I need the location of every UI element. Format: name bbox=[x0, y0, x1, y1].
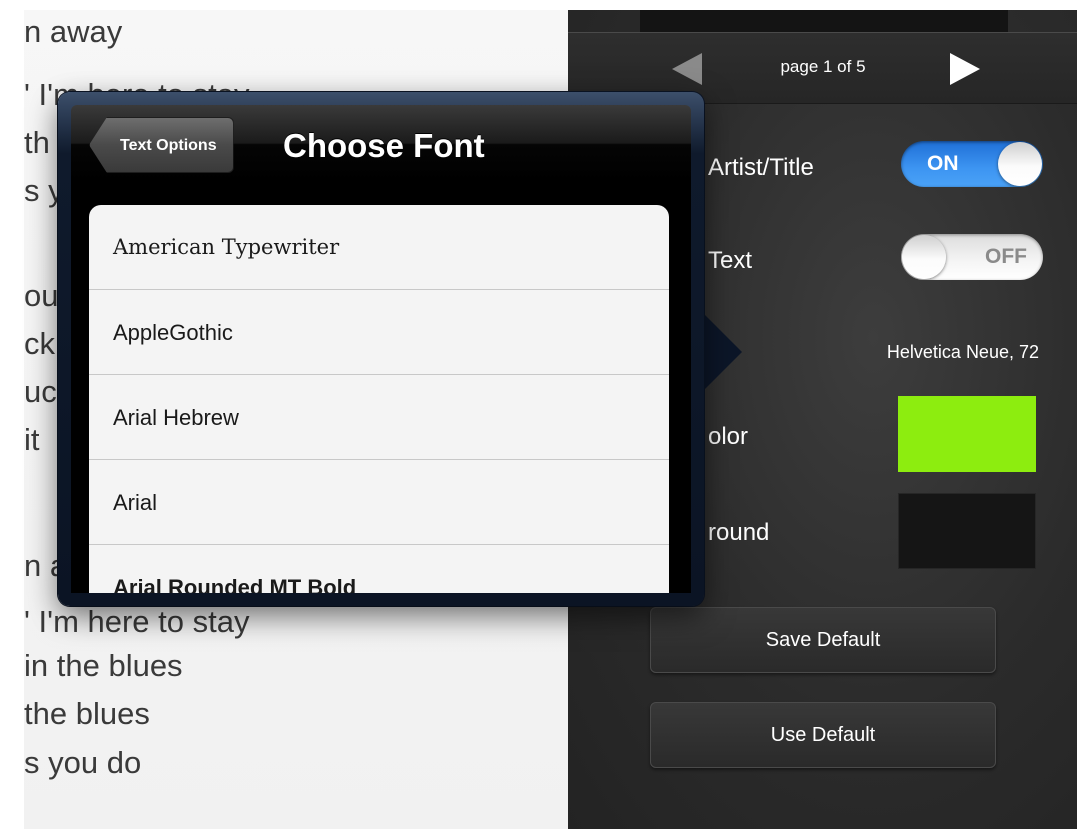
text-color-swatch[interactable] bbox=[898, 396, 1036, 472]
popover-title: Choose Font bbox=[283, 127, 485, 164]
text-color-label: olor bbox=[708, 423, 749, 450]
font-option-american-typewriter[interactable]: American Typewriter bbox=[89, 205, 669, 290]
font-value[interactable]: Helvetica Neue, 72 bbox=[887, 342, 1039, 363]
background-color-label: round bbox=[708, 519, 770, 546]
lyric-line: s you do bbox=[24, 745, 142, 780]
page-indicator: page 1 of 5 bbox=[780, 57, 866, 76]
save-default-button[interactable]: Save Default bbox=[650, 607, 996, 673]
lyric-line: ck bbox=[24, 326, 55, 361]
artist-title-toggle[interactable]: ON bbox=[901, 141, 1043, 187]
panel-top-strip bbox=[640, 10, 1008, 32]
background-color-swatch[interactable] bbox=[898, 493, 1036, 569]
font-option-applegothic[interactable]: AppleGothic bbox=[89, 290, 669, 375]
use-default-button[interactable]: Use Default bbox=[650, 702, 996, 768]
toggle-off-text: OFF bbox=[985, 245, 1027, 268]
previous-page-icon[interactable] bbox=[672, 53, 702, 85]
font-option-arial-rounded-mt-bold[interactable]: Arial Rounded MT Bold bbox=[89, 545, 669, 593]
lyric-line: the blues bbox=[24, 696, 150, 731]
lyric-line: in the blues bbox=[24, 648, 183, 683]
toggle-on-text: ON bbox=[927, 152, 959, 175]
lyric-line: it bbox=[24, 422, 40, 457]
popover-body: American Typewriter AppleGothic Arial He… bbox=[71, 181, 691, 593]
choose-font-popover: Text Options Choose Font American Typewr… bbox=[58, 92, 704, 606]
lyric-line: uc bbox=[24, 374, 57, 409]
lyric-line: th bbox=[24, 125, 50, 160]
font-option-arial[interactable]: Arial bbox=[89, 460, 669, 545]
lyric-line: ' I'm here to stay bbox=[24, 604, 250, 639]
toggle-knob bbox=[998, 142, 1042, 186]
lyric-line: n away bbox=[24, 14, 123, 49]
font-option-arial-hebrew[interactable]: Arial Hebrew bbox=[89, 375, 669, 460]
next-page-icon[interactable] bbox=[950, 53, 980, 85]
text-label: Text bbox=[708, 247, 753, 274]
popover-navigation-bar: Text Options Choose Font bbox=[71, 105, 691, 181]
artist-title-label: Artist/Title bbox=[708, 154, 814, 181]
popover-arrow bbox=[702, 312, 742, 392]
text-options-back-button[interactable]: Text Options bbox=[89, 117, 234, 173]
text-toggle[interactable]: OFF bbox=[901, 234, 1043, 280]
toggle-knob bbox=[902, 235, 946, 279]
font-list: American Typewriter AppleGothic Arial He… bbox=[89, 205, 669, 593]
